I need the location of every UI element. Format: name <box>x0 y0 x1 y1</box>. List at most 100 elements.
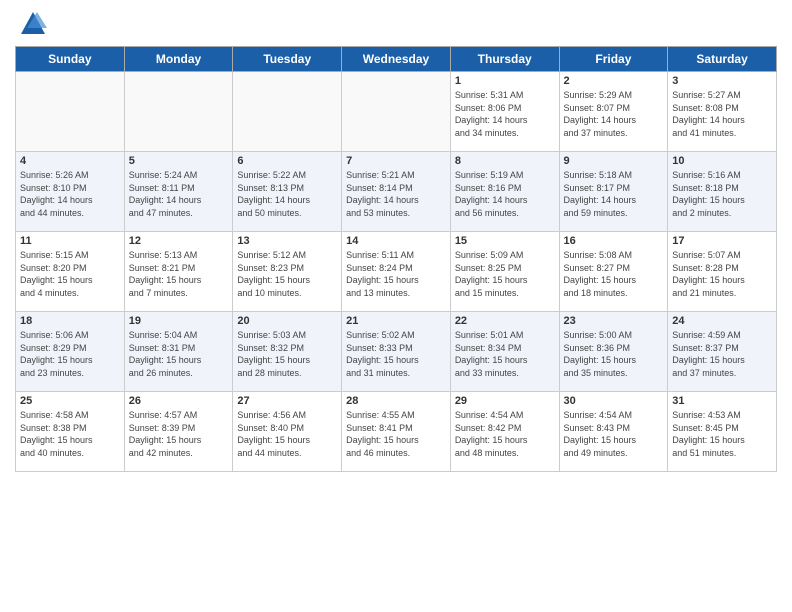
calendar-table: SundayMondayTuesdayWednesdayThursdayFrid… <box>15 46 777 472</box>
calendar-day-cell: 18Sunrise: 5:06 AM Sunset: 8:29 PM Dayli… <box>16 312 125 392</box>
day-info: Sunrise: 4:54 AM Sunset: 8:43 PM Dayligh… <box>564 409 664 459</box>
day-number: 13 <box>237 235 337 247</box>
calendar-day-cell: 20 Sunrise: 5:03 AM Sunset: 8:32 PM Dayli… <box>233 312 342 392</box>
day-number: 19 <box>129 315 229 327</box>
calendar-day-cell: 11Sunrise: 5:15 AM Sunset: 8:20 PM Dayli… <box>16 232 125 312</box>
day-number: 9 <box>564 155 664 167</box>
day-number: 22 <box>455 315 555 327</box>
header-cell: Thursday <box>450 47 559 72</box>
day-number: 23 <box>564 315 664 327</box>
day-info: Sunrise: 4:56 AM Sunset: 8:40 PM Dayligh… <box>237 409 337 459</box>
day-number: 14 <box>346 235 446 247</box>
day-number: 20 <box>237 315 337 327</box>
day-number: 16 <box>564 235 664 247</box>
day-number: 25 <box>20 395 120 407</box>
header-cell: Sunday <box>16 47 125 72</box>
calendar-day-cell: 24Sunrise: 4:59 AM Sunset: 8:37 PM Dayli… <box>668 312 777 392</box>
day-info: Sunrise: 5:19 AM Sunset: 8:16 PM Dayligh… <box>455 169 555 219</box>
day-number: 4 <box>20 155 120 167</box>
day-info: Sunrise: 5:12 AM Sunset: 8:23 PM Dayligh… <box>237 249 337 299</box>
day-info: Sunrise: 5:29 AM Sunset: 8:07 PM Dayligh… <box>564 89 664 139</box>
day-number: 11 <box>20 235 120 247</box>
day-number: 27 <box>237 395 337 407</box>
day-number: 28 <box>346 395 446 407</box>
day-info: Sunrise: 5:18 AM Sunset: 8:17 PM Dayligh… <box>564 169 664 219</box>
day-info: Sunrise: 5:11 AM Sunset: 8:24 PM Dayligh… <box>346 249 446 299</box>
calendar-week-row: 18Sunrise: 5:06 AM Sunset: 8:29 PM Dayli… <box>16 312 777 392</box>
day-info: Sunrise: 5:08 AM Sunset: 8:27 PM Dayligh… <box>564 249 664 299</box>
day-info: Sunrise: 5:21 AM Sunset: 8:14 PM Dayligh… <box>346 169 446 219</box>
day-number: 5 <box>129 155 229 167</box>
calendar-day-cell: 1 Sunrise: 5:31 AM Sunset: 8:06 PM Daylig… <box>450 72 559 152</box>
page-header <box>15 10 777 38</box>
calendar-day-cell: 31 Sunrise: 4:53 AM Sunset: 8:45 PM Dayli… <box>668 392 777 472</box>
calendar-day-cell <box>16 72 125 152</box>
calendar-day-cell: 30 Sunrise: 4:54 AM Sunset: 8:43 PM Dayli… <box>559 392 668 472</box>
day-info: Sunrise: 5:27 AM Sunset: 8:08 PM Dayligh… <box>672 89 772 139</box>
calendar-day-cell: 7 Sunrise: 5:21 AM Sunset: 8:14 PM Daylig… <box>342 152 451 232</box>
calendar-day-cell: 21 Sunrise: 5:02 AM Sunset: 8:33 PM Dayli… <box>342 312 451 392</box>
calendar-day-cell: 9 Sunrise: 5:18 AM Sunset: 8:17 PM Daylig… <box>559 152 668 232</box>
calendar-day-cell: 15Sunrise: 5:09 AM Sunset: 8:25 PM Dayli… <box>450 232 559 312</box>
day-info: Sunrise: 5:03 AM Sunset: 8:32 PM Dayligh… <box>237 329 337 379</box>
calendar-week-row: 25 Sunrise: 4:58 AM Sunset: 8:38 PM Dayli… <box>16 392 777 472</box>
day-number: 30 <box>564 395 664 407</box>
calendar-week-row: 11Sunrise: 5:15 AM Sunset: 8:20 PM Dayli… <box>16 232 777 312</box>
day-number: 7 <box>346 155 446 167</box>
day-number: 29 <box>455 395 555 407</box>
day-info: Sunrise: 5:13 AM Sunset: 8:21 PM Dayligh… <box>129 249 229 299</box>
calendar-day-cell: 19 Sunrise: 5:04 AM Sunset: 8:31 PM Dayli… <box>124 312 233 392</box>
calendar-day-cell: 8 Sunrise: 5:19 AM Sunset: 8:16 PM Daylig… <box>450 152 559 232</box>
day-info: Sunrise: 5:04 AM Sunset: 8:31 PM Dayligh… <box>129 329 229 379</box>
calendar-day-cell <box>124 72 233 152</box>
calendar-day-cell: 3 Sunrise: 5:27 AM Sunset: 8:08 PM Daylig… <box>668 72 777 152</box>
calendar-day-cell: 10Sunrise: 5:16 AM Sunset: 8:18 PM Dayli… <box>668 152 777 232</box>
calendar-day-cell: 28Sunrise: 4:55 AM Sunset: 8:41 PM Dayli… <box>342 392 451 472</box>
day-number: 8 <box>455 155 555 167</box>
calendar-week-row: 1 Sunrise: 5:31 AM Sunset: 8:06 PM Daylig… <box>16 72 777 152</box>
calendar-day-cell: 26Sunrise: 4:57 AM Sunset: 8:39 PM Dayli… <box>124 392 233 472</box>
day-info: Sunrise: 5:22 AM Sunset: 8:13 PM Dayligh… <box>237 169 337 219</box>
calendar-day-cell: 4Sunrise: 5:26 AM Sunset: 8:10 PM Daylig… <box>16 152 125 232</box>
day-number: 21 <box>346 315 446 327</box>
day-number: 12 <box>129 235 229 247</box>
day-info: Sunrise: 5:00 AM Sunset: 8:36 PM Dayligh… <box>564 329 664 379</box>
calendar-day-cell: 12 Sunrise: 5:13 AM Sunset: 8:21 PM Dayli… <box>124 232 233 312</box>
calendar-day-cell: 2 Sunrise: 5:29 AM Sunset: 8:07 PM Daylig… <box>559 72 668 152</box>
calendar-day-cell: 5 Sunrise: 5:24 AM Sunset: 8:11 PM Daylig… <box>124 152 233 232</box>
calendar-day-cell: 13 Sunrise: 5:12 AM Sunset: 8:23 PM Dayli… <box>233 232 342 312</box>
calendar-day-cell: 23 Sunrise: 5:00 AM Sunset: 8:36 PM Dayli… <box>559 312 668 392</box>
day-number: 31 <box>672 395 772 407</box>
day-info: Sunrise: 5:01 AM Sunset: 8:34 PM Dayligh… <box>455 329 555 379</box>
day-info: Sunrise: 4:54 AM Sunset: 8:42 PM Dayligh… <box>455 409 555 459</box>
day-number: 15 <box>455 235 555 247</box>
day-number: 26 <box>129 395 229 407</box>
day-number: 24 <box>672 315 772 327</box>
header-cell: Monday <box>124 47 233 72</box>
calendar-day-cell: 29 Sunrise: 4:54 AM Sunset: 8:42 PM Dayli… <box>450 392 559 472</box>
day-number: 2 <box>564 75 664 87</box>
day-info: Sunrise: 5:02 AM Sunset: 8:33 PM Dayligh… <box>346 329 446 379</box>
calendar-week-row: 4Sunrise: 5:26 AM Sunset: 8:10 PM Daylig… <box>16 152 777 232</box>
day-info: Sunrise: 5:31 AM Sunset: 8:06 PM Dayligh… <box>455 89 555 139</box>
day-number: 1 <box>455 75 555 87</box>
calendar-day-cell: 17Sunrise: 5:07 AM Sunset: 8:28 PM Dayli… <box>668 232 777 312</box>
calendar-day-cell: 16 Sunrise: 5:08 AM Sunset: 8:27 PM Dayli… <box>559 232 668 312</box>
day-number: 17 <box>672 235 772 247</box>
calendar-day-cell <box>342 72 451 152</box>
calendar-day-cell: 22 Sunrise: 5:01 AM Sunset: 8:34 PM Dayli… <box>450 312 559 392</box>
calendar-day-cell: 6 Sunrise: 5:22 AM Sunset: 8:13 PM Daylig… <box>233 152 342 232</box>
page-container: SundayMondayTuesdayWednesdayThursdayFrid… <box>0 0 792 482</box>
day-info: Sunrise: 4:53 AM Sunset: 8:45 PM Dayligh… <box>672 409 772 459</box>
day-number: 3 <box>672 75 772 87</box>
logo <box>15 10 47 38</box>
logo-icon <box>19 10 47 38</box>
day-info: Sunrise: 4:58 AM Sunset: 8:38 PM Dayligh… <box>20 409 120 459</box>
day-number: 6 <box>237 155 337 167</box>
calendar-day-cell: 27 Sunrise: 4:56 AM Sunset: 8:40 PM Dayli… <box>233 392 342 472</box>
day-info: Sunrise: 5:24 AM Sunset: 8:11 PM Dayligh… <box>129 169 229 219</box>
header-cell: Wednesday <box>342 47 451 72</box>
day-info: Sunrise: 5:16 AM Sunset: 8:18 PM Dayligh… <box>672 169 772 219</box>
header-cell: Saturday <box>668 47 777 72</box>
day-info: Sunrise: 5:06 AM Sunset: 8:29 PM Dayligh… <box>20 329 120 379</box>
